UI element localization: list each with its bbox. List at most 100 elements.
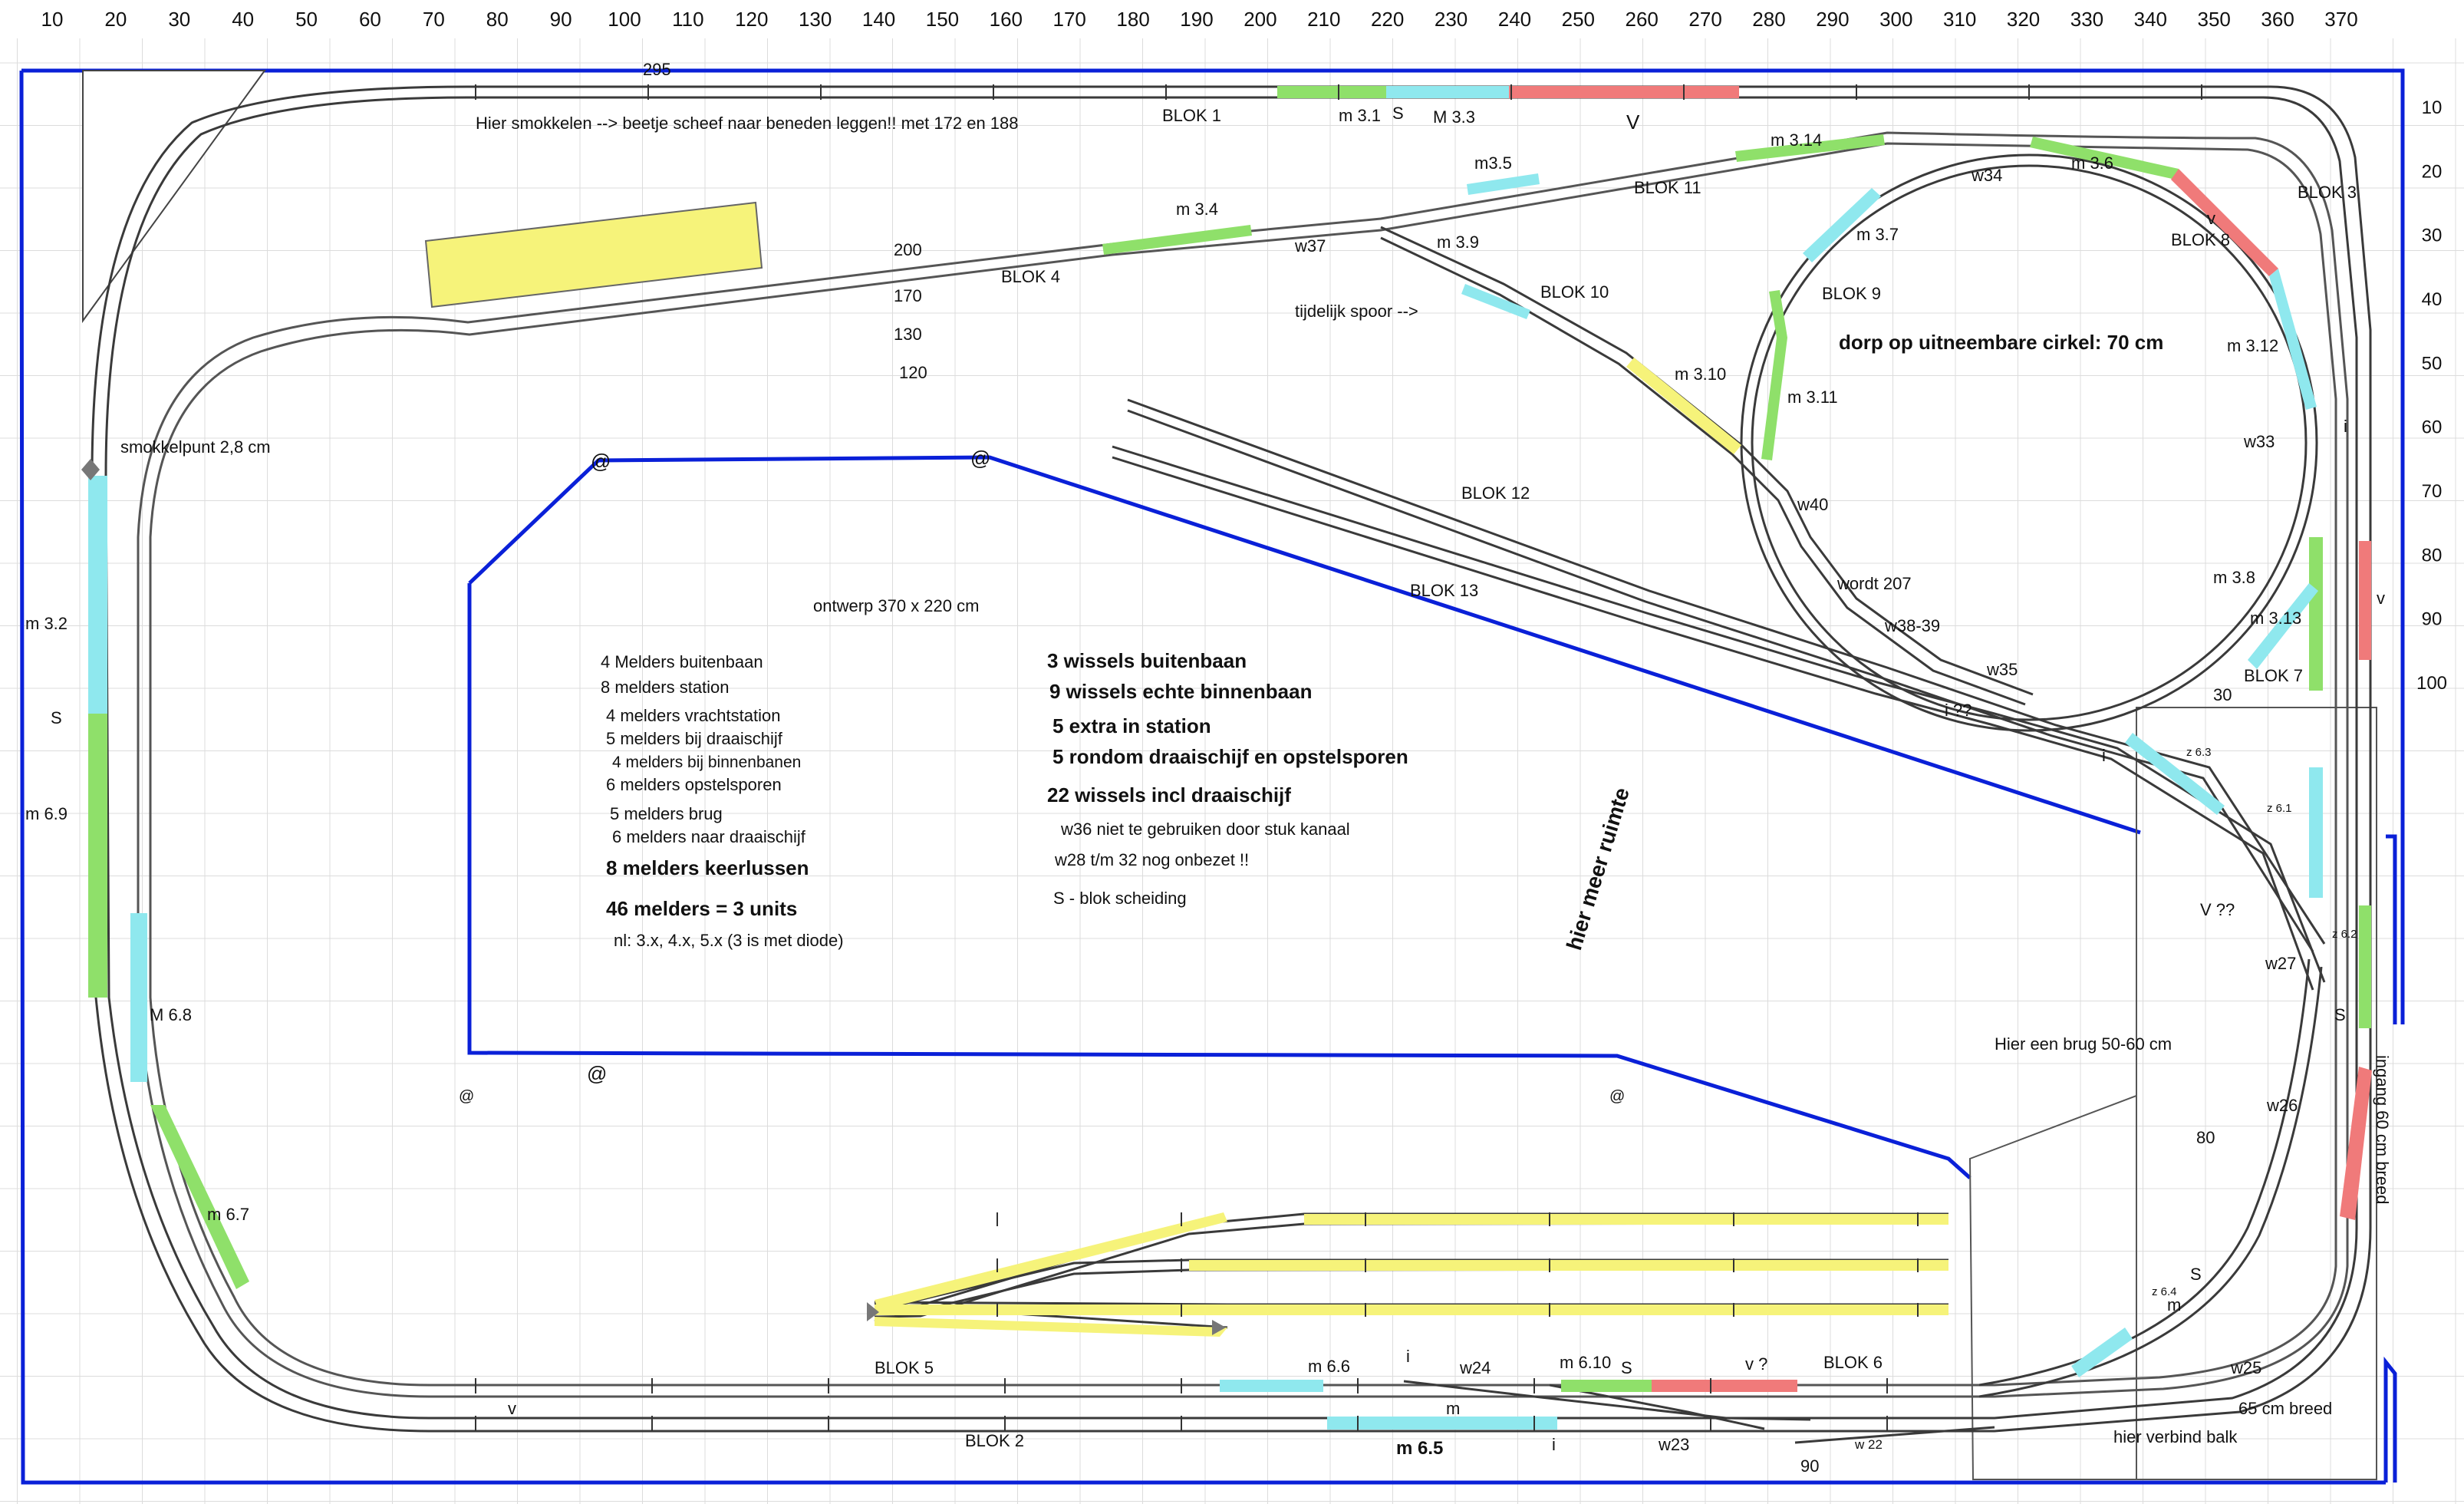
- ruler-top-label: 110: [672, 8, 703, 31]
- note-right-line: 9 wissels echte binnenbaan: [1049, 680, 1312, 703]
- segment-right-red: [2359, 541, 2371, 660]
- segment-m65: [1327, 1417, 1557, 1430]
- label-w22: w 22: [1854, 1437, 1883, 1452]
- ruler-top-label: 170: [1053, 8, 1086, 31]
- label-ontwerp: ontwerp 370 x 220 cm: [813, 596, 979, 615]
- ruler-top-label: 300: [1879, 8, 1912, 31]
- ruler-top-label: 90: [550, 8, 572, 31]
- ruler-top-label: 30: [168, 8, 190, 31]
- ruler-top-label: 20: [104, 8, 127, 31]
- label-m-small: m: [2167, 1295, 2181, 1314]
- ruler-top-label: 230: [1435, 8, 1468, 31]
- label-z63: z 6.3: [2186, 746, 2212, 759]
- segment-vq: [1652, 1380, 1797, 1392]
- label-m67: m 6.7: [207, 1205, 249, 1224]
- at-marker: @: [591, 450, 611, 473]
- at-marker: @: [970, 447, 990, 470]
- ruler-top-label: 120: [735, 8, 768, 31]
- label-m312: m 3.12: [2227, 336, 2278, 355]
- ruler-top-label: 330: [2070, 8, 2103, 31]
- ruler-top-label: 190: [1180, 8, 1213, 31]
- label-w33: w33: [2243, 432, 2275, 451]
- label-170: 170: [894, 286, 922, 305]
- label-blok3: BLOK 3: [2298, 183, 2357, 202]
- note-right-line: 22 wissels incl draaischijf: [1047, 783, 1291, 806]
- label-m35: m3.5: [1474, 153, 1512, 173]
- label-w26: w26: [2266, 1096, 2298, 1115]
- label-m-low: m: [1446, 1399, 1460, 1418]
- label-30: 30: [2213, 685, 2232, 704]
- segment-m68: [130, 913, 147, 1082]
- label-90: 90: [1800, 1456, 1819, 1476]
- ruler-top-label: 360: [2261, 8, 2294, 31]
- ruler-top-label: 260: [1626, 8, 1659, 31]
- label-m33: M 3.3: [1433, 107, 1475, 127]
- ruler-top-label: 130: [799, 8, 832, 31]
- label-w23: w23: [1658, 1435, 1689, 1454]
- ruler-top-label: 100: [608, 8, 641, 31]
- segment-yellow-d: [875, 1304, 1948, 1315]
- label-m65: m 6.5: [1396, 1438, 1443, 1459]
- segment-z61: [2309, 767, 2323, 898]
- segment-m33a: [1386, 86, 1509, 98]
- label-z61: z 6.1: [2267, 802, 2292, 815]
- label-m311: m 3.11: [1787, 388, 1838, 407]
- label-m37: m 3.7: [1856, 225, 1899, 244]
- ruler-top-label: 270: [1688, 8, 1721, 31]
- ruler-top-label: 180: [1116, 8, 1149, 31]
- segment-m313: [2309, 537, 2323, 691]
- ruler-top-label: 200: [1244, 8, 1276, 31]
- label-dorp: dorp op uitneembare cirkel: 70 cm: [1839, 331, 2163, 354]
- ruler-top-label: 290: [1816, 8, 1849, 31]
- ruler-right-label: 60: [2422, 417, 2443, 438]
- label-m66: m 6.6: [1308, 1357, 1350, 1376]
- ruler-top-label: 150: [926, 8, 959, 31]
- label-m310: m 3.10: [1675, 364, 1726, 384]
- note-left-line: 6 melders opstelsporen: [606, 775, 782, 794]
- segment-m32: [88, 476, 107, 714]
- ruler-right-label: 80: [2422, 545, 2443, 566]
- note-left-line: 8 melders keerlussen: [606, 856, 809, 879]
- segment-m610: [1561, 1380, 1652, 1392]
- ruler-top-label: 320: [2007, 8, 2040, 31]
- label-blok5: BLOK 5: [875, 1358, 934, 1377]
- ruler-top-label: 350: [2198, 8, 2231, 31]
- note-left-line: nl: 3.x, 4.x, 5.x (3 is met diode): [614, 931, 844, 950]
- label-i-low1: i: [1406, 1347, 1410, 1366]
- label-vq: v ?: [1745, 1354, 1767, 1374]
- label-m32: m 3.2: [25, 614, 68, 633]
- label-w35: w35: [1986, 660, 2018, 679]
- ruler-right-label: 20: [2422, 161, 2443, 182]
- note-left-line: 5 melders bij draaischijf: [606, 729, 783, 748]
- ruler-top-label: 310: [1943, 8, 1976, 31]
- label-65-breed: 65 cm breed: [2238, 1399, 2332, 1418]
- label-blok1: BLOK 1: [1162, 106, 1221, 125]
- segment-m33b: [1509, 86, 1739, 98]
- label-i-low2: i: [1552, 1435, 1556, 1454]
- segment-yellow-b: [1304, 1214, 1948, 1225]
- ruler-top-label: 80: [486, 8, 509, 31]
- at-marker: @: [587, 1062, 607, 1085]
- note-left-line: 4 melders bij binnenbanen: [612, 754, 801, 771]
- segment-m69: [88, 714, 107, 998]
- segment-yellow-c: [1189, 1260, 1948, 1271]
- ruler-top-label: 160: [990, 8, 1023, 31]
- ruler-top-label: 340: [2134, 8, 2167, 31]
- note-right-line: 3 wissels buitenbaan: [1047, 649, 1247, 672]
- label-m39: m 3.9: [1437, 233, 1479, 252]
- label-120: 120: [899, 363, 927, 382]
- label-w37: w37: [1294, 236, 1326, 256]
- ruler-top-label: 370: [2324, 8, 2357, 31]
- label-v-blok8: v: [2207, 209, 2215, 228]
- label-hier-brug: Hier een brug 50-60 cm: [1995, 1034, 2172, 1054]
- note-left-line: 6 melders naar draaischijf: [612, 827, 806, 846]
- label-m69: m 6.9: [25, 804, 68, 823]
- note-left-line: 4 Melders buitenbaan: [601, 652, 763, 671]
- label-i-right1: i: [2344, 417, 2347, 436]
- label-m34: m 3.4: [1176, 200, 1218, 219]
- ruler-right-label: 10: [2422, 97, 2443, 118]
- label-v-low: v: [508, 1399, 516, 1418]
- at-marker: @: [1609, 1088, 1625, 1105]
- label-smokkelpunt: smokkelpunt 2,8 cm: [120, 437, 271, 457]
- label-w34: w34: [1971, 166, 2002, 185]
